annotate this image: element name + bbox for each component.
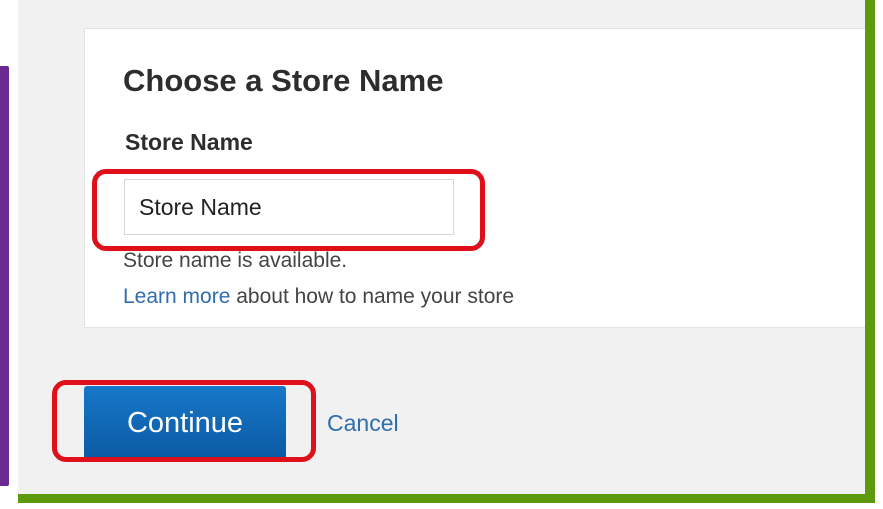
learn-more-link[interactable]: Learn more <box>123 285 230 308</box>
panel-right-border <box>865 0 875 500</box>
cancel-link[interactable]: Cancel <box>327 410 399 437</box>
learn-more-row: Learn more about how to name your store <box>123 285 514 309</box>
store-name-label: Store Name <box>125 129 253 155</box>
availability-message: Store name is available. <box>123 249 348 272</box>
card-title: Choose a Store Name <box>123 63 444 98</box>
store-name-input[interactable] <box>124 179 454 235</box>
panel-bottom-border <box>18 494 875 503</box>
store-name-card: Choose a Store Name Store Name Store nam… <box>84 28 865 328</box>
continue-button[interactable]: Continue <box>84 386 286 460</box>
left-accent-bar <box>0 66 9 486</box>
screenshot-stage: Choose a Store Name Store Name Store nam… <box>0 0 883 509</box>
learn-more-suffix: about how to name your store <box>230 285 515 308</box>
